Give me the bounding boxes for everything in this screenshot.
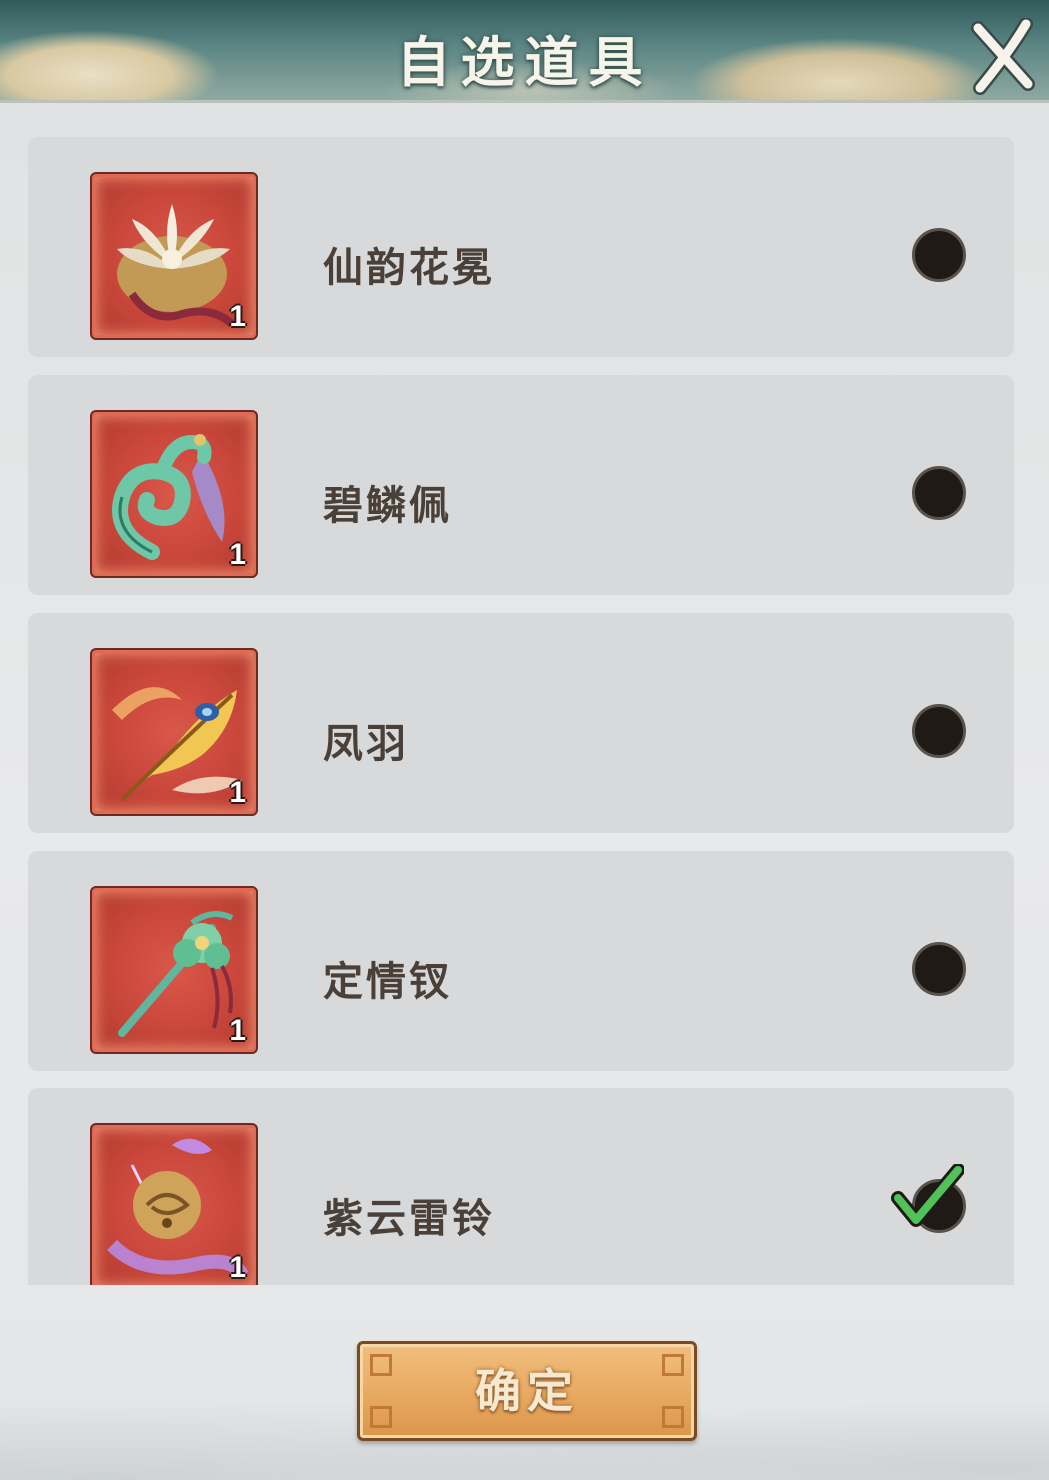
corner-ornament <box>662 1354 684 1376</box>
list-item[interactable]: 1 碧鳞佩 <box>28 375 1014 595</box>
item-count: 1 <box>229 1251 246 1284</box>
item-count: 1 <box>229 1014 246 1047</box>
item-count: 1 <box>229 300 246 333</box>
list-item[interactable]: 1 凤羽 <box>28 613 1014 833</box>
item-icon-frame: 1 <box>90 1123 258 1285</box>
dialog-header: 自选道具 <box>0 0 1049 103</box>
confirm-label: 确定 <box>475 1364 579 1418</box>
item-list: 1 仙韵花冕 1 碧鳞佩 1 凤羽 1 定情钗 1 紫云雷铃 <box>28 137 1014 1285</box>
radio-button[interactable] <box>912 228 966 282</box>
corner-ornament <box>370 1406 392 1428</box>
item-name: 仙韵花冕 <box>323 244 495 291</box>
confirm-button[interactable]: 确定 <box>357 1341 697 1441</box>
corner-ornament <box>370 1354 392 1376</box>
list-item[interactable]: 1 定情钗 <box>28 851 1014 1071</box>
close-icon[interactable] <box>968 18 1038 96</box>
item-icon-frame: 1 <box>90 648 258 816</box>
corner-ornament <box>662 1406 684 1428</box>
item-icon-frame: 1 <box>90 410 258 578</box>
item-name: 凤羽 <box>323 720 409 767</box>
check-icon <box>891 1164 964 1227</box>
item-icon-frame: 1 <box>90 886 258 1054</box>
item-icon-frame: 1 <box>90 172 258 340</box>
item-count: 1 <box>229 776 246 809</box>
dialog-title: 自选道具 <box>396 30 653 94</box>
item-name: 紫云雷铃 <box>323 1195 495 1242</box>
radio-button[interactable] <box>912 466 966 520</box>
item-count: 1 <box>229 538 246 571</box>
list-item[interactable]: 1 仙韵花冕 <box>28 137 1014 357</box>
list-item[interactable]: 1 紫云雷铃 <box>28 1088 1014 1285</box>
item-name: 碧鳞佩 <box>323 482 452 529</box>
item-name: 定情钗 <box>323 958 452 1005</box>
radio-button[interactable] <box>912 704 966 758</box>
radio-button[interactable] <box>912 942 966 996</box>
